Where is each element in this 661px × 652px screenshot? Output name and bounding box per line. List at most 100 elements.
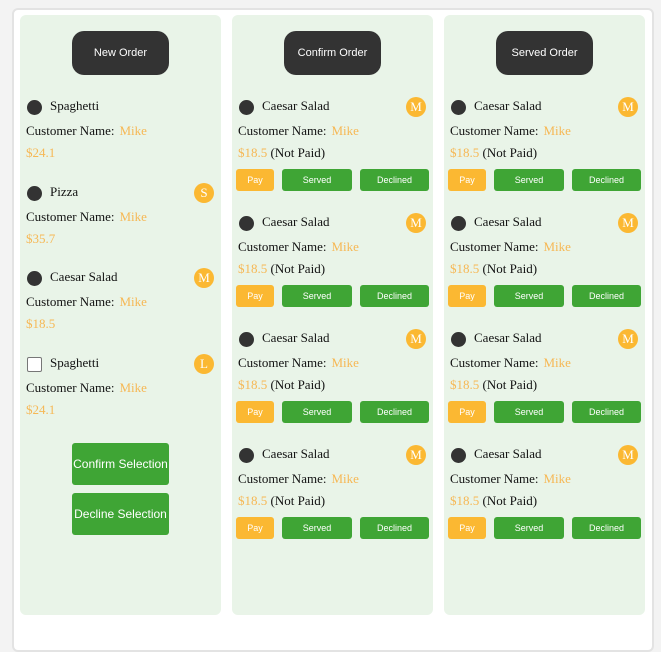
declined-button[interactable]: Declined	[360, 401, 429, 423]
declined-button[interactable]: Declined	[572, 517, 641, 539]
customer-value: Mike	[331, 239, 359, 254]
size-badge: S	[194, 182, 214, 203]
customer-value: Mike	[543, 123, 571, 138]
selected-radio-icon[interactable]	[239, 216, 254, 231]
customer-value: Mike	[119, 294, 147, 309]
pay-button[interactable]: Pay	[448, 169, 486, 191]
pay-button[interactable]: Pay	[448, 285, 486, 307]
column-header-button[interactable]: Served Order	[496, 31, 593, 75]
customer-value: Mike	[543, 471, 571, 486]
selected-radio-icon[interactable]	[451, 100, 466, 115]
price: $18.5 (Not Paid)	[238, 377, 325, 393]
selected-radio-icon[interactable]	[27, 185, 42, 201]
payment-status: (Not Paid)	[482, 377, 538, 392]
dish-name: Caesar Salad	[262, 98, 330, 113]
pay-button[interactable]: Pay	[448, 401, 486, 423]
select-checkbox[interactable]	[27, 356, 42, 372]
selected-radio-icon[interactable]	[27, 271, 42, 286]
pay-button[interactable]: Pay	[236, 517, 274, 539]
selected-radio-icon[interactable]	[451, 448, 466, 463]
dish-name: Caesar Salad	[50, 269, 118, 284]
pay-button[interactable]: Pay	[236, 285, 274, 307]
pay-button[interactable]: Pay	[236, 169, 274, 191]
size-badge: M	[406, 329, 426, 349]
price-value: $35.7	[26, 230, 56, 246]
size-badge: M	[618, 97, 638, 117]
customer-name: Customer Name: Mike	[26, 380, 147, 396]
order-item: Caesar Salad M Customer Name: Mike $18.5 (No…	[448, 329, 641, 439]
customer-label: Customer Name:	[238, 123, 327, 138]
dish-name: Caesar Salad	[474, 446, 542, 461]
served-button[interactable]: Served	[282, 401, 352, 423]
customer-value: Mike	[119, 208, 147, 224]
order-item: Caesar Salad M Customer Name: Mike $18.5 (No…	[448, 445, 641, 555]
price: $18.5 (Not Paid)	[450, 493, 537, 509]
customer-value: Mike	[119, 379, 147, 395]
customer-value: Mike	[543, 239, 571, 254]
declined-button[interactable]: Declined	[572, 285, 641, 307]
selected-radio-icon[interactable]	[451, 216, 466, 231]
customer-label: Customer Name:	[450, 355, 539, 370]
customer-name: Customer Name: Mike	[450, 123, 571, 139]
price-value: $18.5	[26, 316, 56, 331]
price-value: $18.5	[450, 377, 480, 392]
pay-button[interactable]: Pay	[236, 401, 274, 423]
dish-name: Caesar Salad	[474, 330, 542, 345]
size-badge: M	[406, 213, 426, 233]
dish-name: Spaghetti	[50, 354, 100, 370]
customer-label: Customer Name:	[238, 239, 327, 254]
served-button[interactable]: Served	[494, 517, 564, 539]
customer-name: Customer Name: Mike	[450, 471, 571, 487]
price-value: $24.1	[26, 401, 56, 417]
declined-button[interactable]: Declined	[572, 169, 641, 191]
customer-name: Customer Name: Mike	[26, 209, 147, 225]
order-item: Caesar Salad M Customer Name: Mike $18.5 (No…	[448, 97, 641, 207]
price-value: $18.5	[238, 377, 268, 392]
decline-selection-button[interactable]: Decline Selection	[72, 493, 169, 535]
served-button[interactable]: Served	[282, 285, 352, 307]
dish-name: Pizza	[50, 183, 79, 199]
customer-value: Mike	[331, 123, 359, 138]
declined-button[interactable]: Declined	[360, 285, 429, 307]
size-badge: M	[618, 213, 638, 233]
price-value: $18.5	[450, 493, 480, 508]
served-button[interactable]: Served	[494, 401, 564, 423]
customer-label: Customer Name:	[450, 239, 539, 254]
declined-button[interactable]: Declined	[360, 169, 429, 191]
payment-status: (Not Paid)	[270, 145, 326, 160]
customer-name: Customer Name: Mike	[238, 123, 359, 139]
served-button[interactable]: Served	[282, 517, 352, 539]
customer-label: Customer Name:	[26, 294, 115, 309]
served-button[interactable]: Served	[494, 285, 564, 307]
price-value: $24.1	[26, 145, 56, 160]
declined-button[interactable]: Declined	[360, 517, 429, 539]
size-badge: M	[618, 445, 638, 465]
selected-radio-icon[interactable]	[451, 332, 466, 347]
price-value: $18.5	[238, 261, 268, 276]
payment-status: (Not Paid)	[270, 493, 326, 508]
price: $24.1	[26, 145, 55, 161]
selected-radio-icon[interactable]	[239, 448, 254, 463]
order-item: Caesar Salad M Customer Name: Mike $18.5 (No…	[236, 445, 429, 555]
column-served-order: Served Order Caesar Salad M Customer Name: M…	[444, 15, 645, 615]
price-value: $18.5	[450, 261, 480, 276]
selected-radio-icon[interactable]	[239, 100, 254, 115]
dish-name: Caesar Salad	[262, 330, 330, 345]
confirm-selection-button[interactable]: Confirm Selection	[72, 443, 169, 485]
price: $35.7	[26, 231, 55, 247]
customer-value: Mike	[543, 355, 571, 370]
order-item: Caesar Salad M Customer Name: Mike $18.5 (No…	[236, 213, 429, 323]
column-header-button[interactable]: New Order	[72, 31, 169, 75]
served-button[interactable]: Served	[494, 169, 564, 191]
selected-radio-icon[interactable]	[239, 332, 254, 347]
price: $18.5 (Not Paid)	[450, 377, 537, 393]
declined-button[interactable]: Declined	[572, 401, 641, 423]
selected-radio-icon[interactable]	[27, 100, 42, 115]
column-header-button[interactable]: Confirm Order	[284, 31, 381, 75]
price-value: $18.5	[238, 493, 268, 508]
customer-label: Customer Name:	[238, 355, 327, 370]
payment-status: (Not Paid)	[482, 145, 538, 160]
served-button[interactable]: Served	[282, 169, 352, 191]
size-badge: M	[618, 329, 638, 349]
pay-button[interactable]: Pay	[448, 517, 486, 539]
